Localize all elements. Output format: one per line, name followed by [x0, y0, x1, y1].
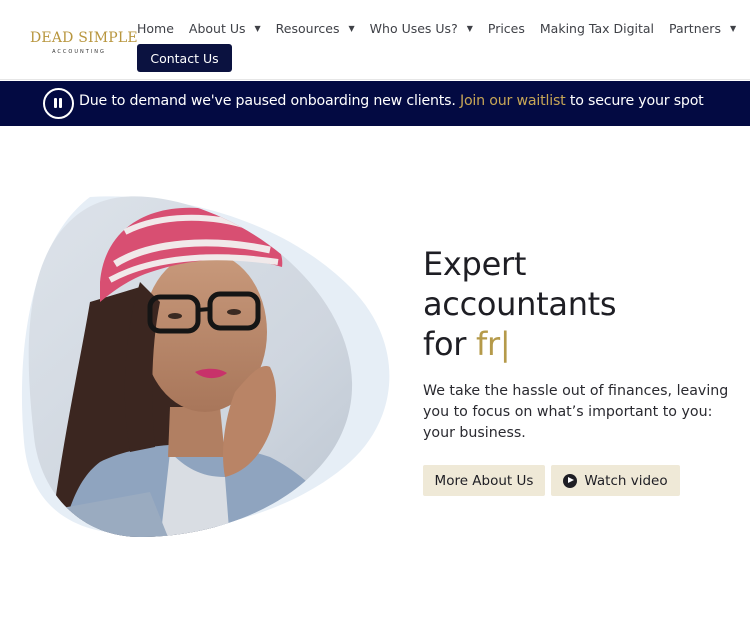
hero-title-line1: Expert: [423, 245, 527, 283]
nav-item-about-us[interactable]: About Us ▼: [189, 20, 261, 38]
caret-down-icon: ▼: [466, 24, 473, 33]
nav-item-label: Prices: [487, 21, 525, 36]
nav-item-prices[interactable]: Prices: [488, 20, 525, 38]
pause-circle-icon: [43, 88, 74, 119]
watch-video-label: Watch video: [584, 472, 668, 489]
nav-item-resources[interactable]: Resources ▼: [276, 20, 355, 38]
caret-down-icon: ▼: [254, 24, 261, 33]
nav-item-label: About Us: [188, 21, 246, 36]
nav-item-who-uses-us[interactable]: Who Uses Us? ▼: [370, 20, 473, 38]
logo[interactable]: DEAD SIMPLE ACCOUNTING: [30, 30, 138, 55]
typing-cursor: |: [499, 325, 511, 363]
main-nav: Home About Us ▼ Resources ▼ Who Uses Us? ▼ Pric…: [137, 20, 750, 38]
hero-image: [21, 196, 390, 537]
more-about-us-button[interactable]: More About Us: [423, 465, 545, 496]
play-circle-icon: [563, 473, 578, 488]
more-about-us-label: More About Us: [434, 472, 534, 489]
hero-typed-word: fr: [475, 325, 500, 363]
contact-us-button[interactable]: Contact Us: [137, 44, 232, 72]
waitlist-link[interactable]: Join our waitlist: [460, 93, 566, 109]
hero-title: Expert accountants for fr|: [423, 244, 723, 364]
caret-down-icon: ▼: [348, 24, 355, 33]
logo-wordmark: DEAD SIMPLE: [30, 30, 138, 46]
nav-item-home[interactable]: Home: [137, 20, 174, 38]
nav-item-making-tax-digital[interactable]: Making Tax Digital: [540, 20, 654, 38]
watch-video-button[interactable]: Watch video: [551, 465, 680, 496]
banner-text-after: to secure your spot: [565, 93, 704, 109]
nav-item-label: Who Uses Us?: [369, 21, 458, 36]
nav-item-label: Partners: [669, 21, 721, 36]
logo-tagline: ACCOUNTING: [52, 49, 106, 55]
nav-item-partners[interactable]: Partners ▼: [669, 20, 736, 38]
banner-message: Due to demand we've paused onboarding ne…: [79, 93, 704, 109]
site-header: DEAD SIMPLE ACCOUNTING Home About Us ▼ Reso…: [0, 0, 750, 80]
nav-item-label: Making Tax Digital: [539, 21, 655, 36]
banner-text-before: Due to demand we've paused onboarding ne…: [79, 93, 460, 109]
hero-subtitle: We take the hassle out of finances, leav…: [423, 383, 729, 441]
nav-item-label: Resources: [275, 21, 340, 36]
caret-down-icon: ▼: [729, 24, 737, 33]
nav-item-label: Home: [137, 21, 174, 36]
hero-title-line2: accountants: [423, 285, 617, 323]
hero-title-line3-prefix: for: [423, 325, 476, 363]
